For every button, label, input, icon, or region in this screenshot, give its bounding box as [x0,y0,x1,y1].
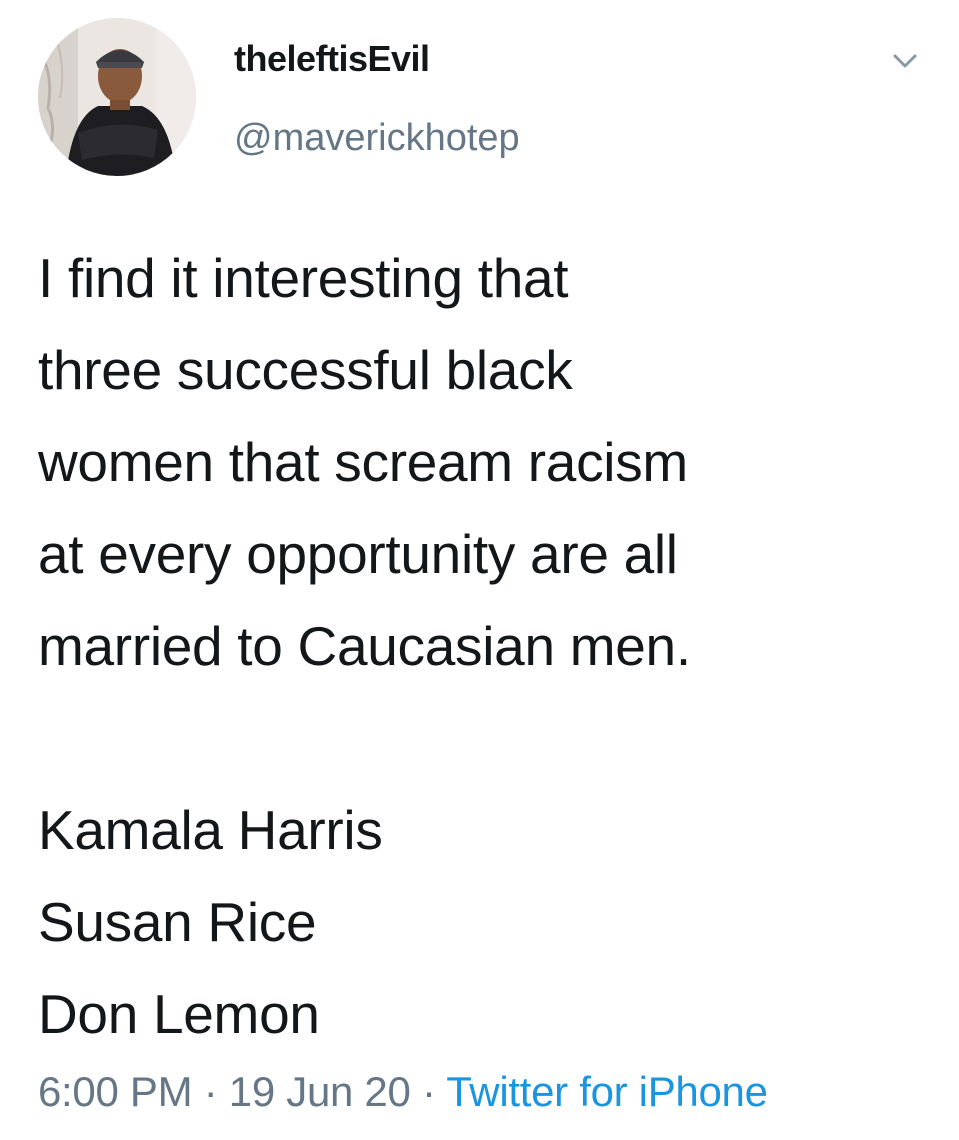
tweet-text-line: I find it interesting that [38,247,569,309]
tweet-text-line: Susan Rice [38,891,317,953]
tweet-time[interactable]: 6:00 PM [38,1068,193,1115]
avatar-image [38,18,196,176]
tweet-text-spacer [38,692,938,784]
tweet-card: theleftisEvil @maverickhotep I find it i… [0,0,959,1140]
tweet-text: I find it interesting that three success… [38,232,938,1060]
tweet-source-link[interactable]: Twitter for iPhone [446,1068,768,1115]
meta-separator: · [203,1068,218,1115]
tweet-text-line: Kamala Harris [38,799,383,861]
meta-separator: · [421,1068,436,1115]
tweet-text-line: three successful black [38,339,573,401]
chevron-down-icon[interactable] [888,48,922,74]
tweet-meta: 6:00 PM · 19 Jun 20 · Twitter for iPhone [38,1068,768,1116]
user-handle[interactable]: @maverickhotep [234,117,520,160]
display-name[interactable]: theleftisEvil [234,38,430,80]
tweet-text-line: at every opportunity are all [38,523,678,585]
tweet-text-line: women that scream racism [38,431,688,493]
tweet-text-line: Don Lemon [38,983,320,1045]
tweet-text-line: married to Caucasian men. [38,615,691,677]
avatar[interactable] [38,18,196,176]
tweet-date[interactable]: 19 Jun 20 [229,1068,411,1115]
